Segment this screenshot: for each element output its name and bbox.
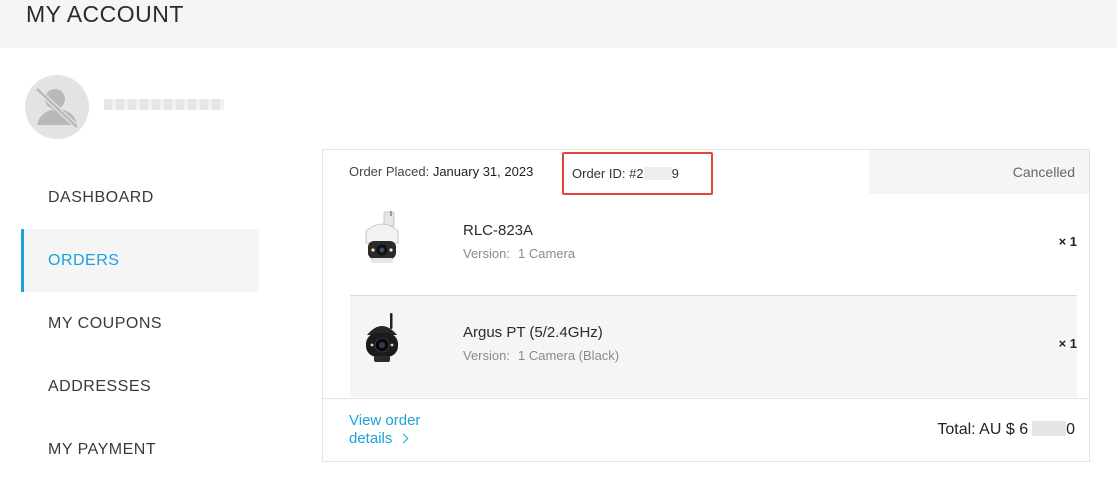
item-version-label: Version: (463, 348, 510, 363)
sidebar-item-dashboard[interactable]: DASHBOARD (21, 166, 259, 229)
order-total-label: Total: AU $ 6 (937, 421, 1029, 438)
sidebar-item-label: DASHBOARD (48, 188, 154, 206)
sidebar-nav: DASHBOARD ORDERS MY COUPONS ADDRESSES MY… (21, 166, 259, 481)
order-total-redaction (1032, 421, 1067, 436)
sidebar-item-label: ADDRESSES (48, 377, 152, 395)
order-id-highlight: Order ID: #2 9 (562, 152, 713, 195)
order-id-prefix: #2 (629, 166, 644, 181)
sidebar-item-label: MY COUPONS (48, 314, 163, 332)
view-order-details-label: View order details (349, 412, 421, 447)
item-name[interactable]: Argus PT (5/2.4GHz) (463, 324, 603, 341)
view-order-details-link[interactable]: View order details (349, 412, 459, 448)
sidebar-item-label: ORDERS (48, 251, 120, 269)
black-pt-camera-icon (366, 313, 398, 362)
user-hidden-icon (35, 87, 79, 129)
item-name[interactable]: RLC-823A (463, 222, 533, 239)
order-id-redaction (643, 167, 672, 180)
item-version: Version: 1 Camera (463, 246, 575, 261)
order-placed-label: Order Placed: (349, 164, 430, 179)
white-ptz-camera-icon (365, 211, 399, 263)
order-id-suffix: 9 (671, 166, 679, 181)
order-total: Total: AU $ 6 0 (937, 421, 1075, 439)
item-version: Version: 1 Camera (Black) (463, 348, 619, 363)
page-title: MY ACCOUNT (26, 1, 184, 27)
avatar (25, 75, 89, 139)
order-id: Order ID: #2 9 (572, 166, 679, 181)
item-quantity: × 1 (1058, 234, 1077, 249)
item-quantity: × 1 (1058, 336, 1077, 351)
order-placed-date: January 31, 2023 (432, 164, 534, 179)
order-header: Order Placed: January 31, 2023 Order ID:… (323, 150, 1089, 195)
item-version-value: 1 Camera (517, 246, 576, 261)
order-footer-divider (323, 398, 1089, 399)
item-version-label: Version: (463, 246, 510, 261)
username-redacted (104, 99, 224, 110)
order-placed: Order Placed: January 31, 2023 (349, 164, 533, 179)
sidebar-item-my-payment[interactable]: MY PAYMENT (21, 418, 259, 481)
chevron-right-icon (398, 433, 409, 444)
order-total-suffix: 0 (1066, 421, 1075, 438)
item-version-value: 1 Camera (Black) (517, 348, 620, 363)
sidebar-item-orders[interactable]: ORDERS (21, 229, 259, 292)
order-card: Order Placed: January 31, 2023 Order ID:… (322, 149, 1090, 462)
order-item: RLC-823A Version: 1 Camera × 1 (350, 194, 1077, 295)
order-status: Cancelled (1012, 164, 1075, 180)
order-id-label: Order ID: (572, 166, 626, 181)
order-status-cell: Cancelled (869, 150, 1089, 194)
order-item: Argus PT (5/2.4GHz) Version: 1 Camera (Bl… (350, 296, 1077, 397)
sidebar-item-label: MY PAYMENT (48, 440, 157, 458)
sidebar-item-my-coupons[interactable]: MY COUPONS (21, 292, 259, 355)
sidebar-item-addresses[interactable]: ADDRESSES (21, 355, 259, 418)
